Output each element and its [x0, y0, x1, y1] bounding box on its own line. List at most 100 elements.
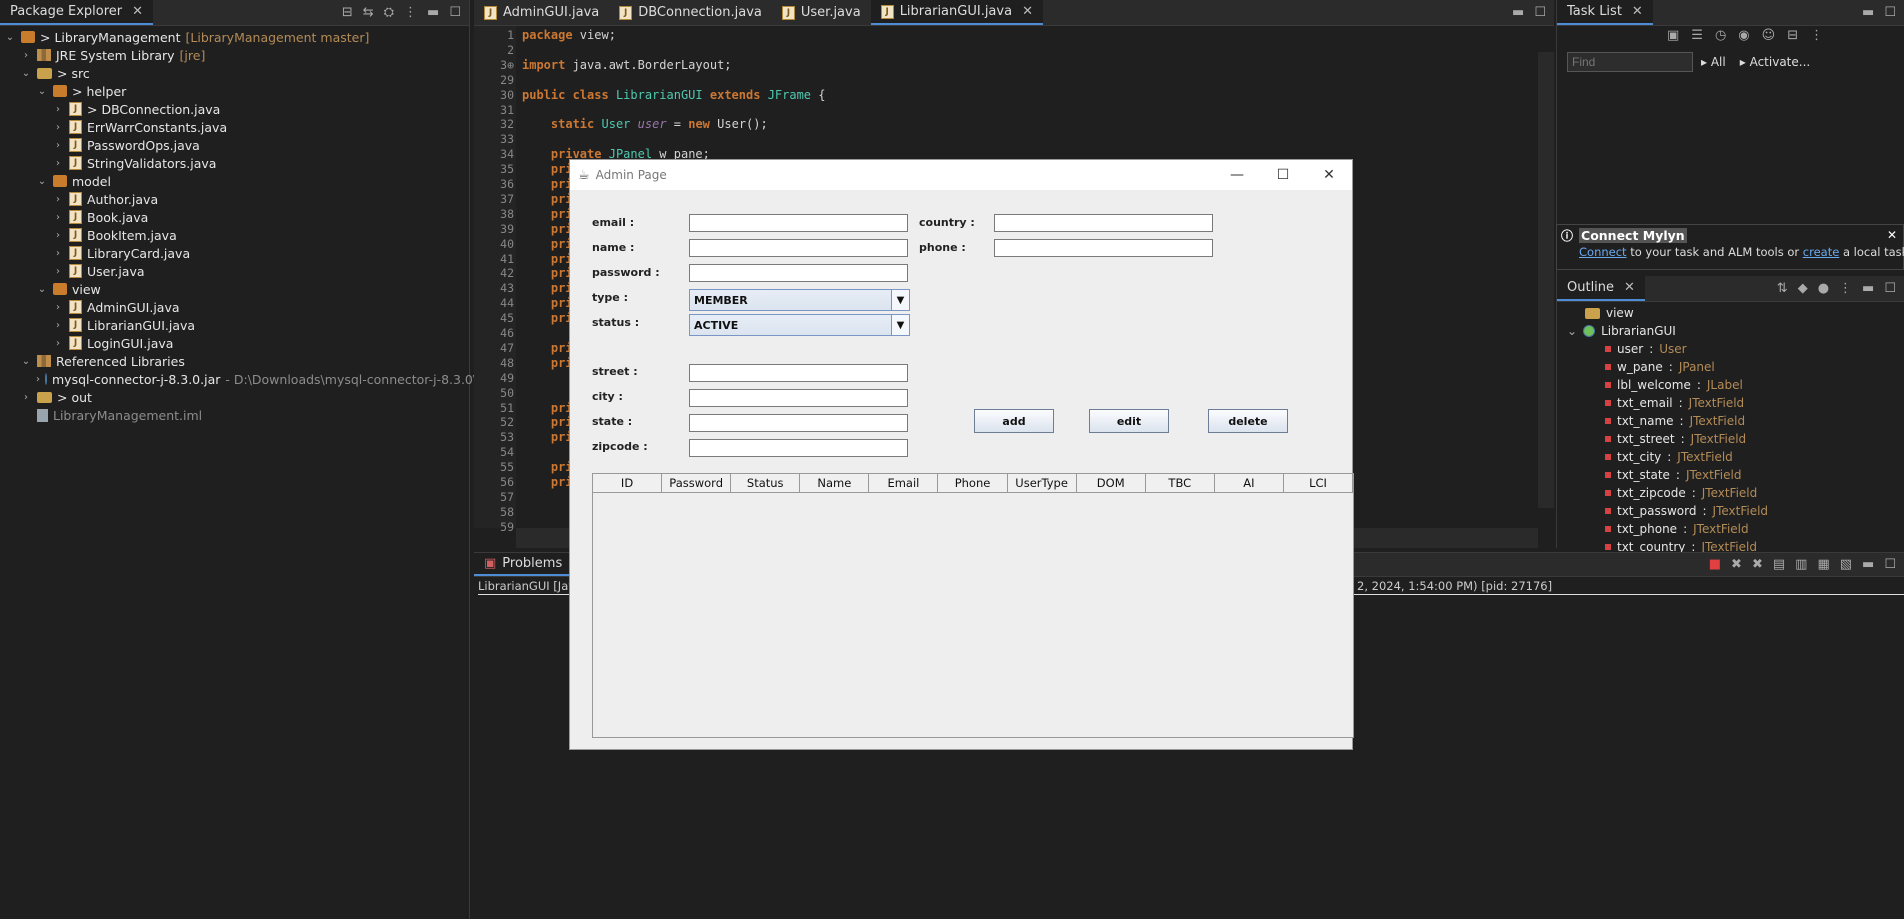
close-icon[interactable]: ✕: [1632, 4, 1643, 19]
tree-item[interactable]: › J ErrWarrConstants.java: [0, 118, 469, 136]
maximize-icon[interactable]: ☐: [449, 5, 461, 20]
chevron-right-icon[interactable]: ›: [52, 230, 64, 241]
tree-item[interactable]: › JRE System Library [jre]: [0, 46, 469, 64]
table-column-header[interactable]: Status: [731, 474, 801, 492]
tree-item[interactable]: ⌄ > src: [0, 64, 469, 82]
chevron-down-icon[interactable]: ⌄: [20, 68, 32, 79]
close-icon[interactable]: ✕: [132, 4, 143, 19]
collapse-all-icon[interactable]: ⊟: [342, 5, 353, 20]
tree-item[interactable]: › J Author.java: [0, 190, 469, 208]
chevron-down-icon[interactable]: ⌄: [1567, 324, 1577, 338]
minimize-icon[interactable]: ▬: [1512, 5, 1524, 20]
table-column-header[interactable]: LCI: [1284, 474, 1354, 492]
tree-item[interactable]: › J LibrarianGUI.java: [0, 316, 469, 334]
chevron-right-icon[interactable]: ›: [20, 50, 32, 61]
outline-item[interactable]: txt_password: JTextField: [1557, 502, 1904, 520]
remove-launch-icon[interactable]: ✖: [1731, 557, 1742, 572]
new-task-icon[interactable]: ▣: [1667, 28, 1679, 43]
dialog-titlebar[interactable]: ☕ Admin Page — ☐ ✕: [570, 160, 1352, 190]
email-field[interactable]: [689, 214, 908, 232]
table-column-header[interactable]: Name: [800, 474, 870, 492]
add-button[interactable]: add: [974, 409, 1054, 433]
tree-item[interactable]: ⌄ > helper: [0, 82, 469, 100]
name-field[interactable]: [689, 239, 908, 257]
chevron-down-icon[interactable]: ▼: [891, 315, 909, 335]
chevron-right-icon[interactable]: ›: [52, 140, 64, 151]
minimize-icon[interactable]: ▬: [1862, 5, 1874, 20]
tree-item[interactable]: ⌄ > LibraryManagement [LibraryManagement m…: [0, 28, 469, 46]
maximize-button[interactable]: ☐: [1260, 160, 1306, 190]
tree-item[interactable]: › J BookItem.java: [0, 226, 469, 244]
link-editor-icon[interactable]: ⇆: [363, 5, 374, 20]
table-column-header[interactable]: DOM: [1077, 474, 1146, 492]
create-link[interactable]: create: [1803, 245, 1840, 259]
maximize-icon[interactable]: ☐: [1884, 557, 1896, 572]
tab-task-list[interactable]: Task List ✕: [1557, 0, 1653, 25]
tree-item[interactable]: ⌄ model: [0, 172, 469, 190]
chevron-down-icon[interactable]: ▼: [891, 290, 909, 310]
collapse-icon[interactable]: ⊟: [1787, 28, 1798, 43]
chevron-down-icon[interactable]: ⌄: [4, 32, 16, 43]
outline-item[interactable]: ⌄ LibrarianGUI: [1557, 322, 1904, 340]
sort-icon[interactable]: ⇅: [1777, 281, 1788, 296]
view-menu-icon[interactable]: ⋮: [1810, 28, 1823, 43]
table-column-header[interactable]: AI: [1215, 474, 1284, 492]
password-field[interactable]: [689, 264, 908, 282]
close-icon[interactable]: ✕: [1887, 228, 1897, 242]
outline-item[interactable]: lbl_welcome: JLabel: [1557, 376, 1904, 394]
chevron-right-icon[interactable]: ›: [52, 158, 64, 169]
chevron-down-icon[interactable]: ⌄: [20, 356, 32, 367]
all-filter[interactable]: ▸ All: [1701, 55, 1726, 69]
type-combo[interactable]: MEMBER ▼: [689, 289, 910, 311]
outline-item[interactable]: txt_state: JTextField: [1557, 466, 1904, 484]
tree-item[interactable]: › > out: [0, 388, 469, 406]
close-button[interactable]: ✕: [1306, 160, 1352, 190]
outline-item[interactable]: txt_street: JTextField: [1557, 430, 1904, 448]
tree-item[interactable]: ⌄ view: [0, 280, 469, 298]
editor-vertical-scrollbar[interactable]: [1538, 52, 1554, 508]
chevron-right-icon[interactable]: ›: [52, 266, 64, 277]
tree-item[interactable]: › J Book.java: [0, 208, 469, 226]
connect-link[interactable]: Connect: [1579, 245, 1627, 259]
chevron-right-icon[interactable]: ›: [52, 122, 64, 133]
tree-item[interactable]: › J LibraryCard.java: [0, 244, 469, 262]
tab-outline[interactable]: Outline ✕: [1557, 276, 1645, 301]
chevron-right-icon[interactable]: ›: [52, 104, 64, 115]
table-column-header[interactable]: Password: [662, 474, 732, 492]
categorize-icon[interactable]: ☰: [1691, 28, 1703, 43]
tree-item[interactable]: › J PasswordOps.java: [0, 136, 469, 154]
tree-item[interactable]: › J AdminGUI.java: [0, 298, 469, 316]
tree-item[interactable]: LibraryManagement.iml: [0, 406, 469, 424]
outline-item[interactable]: txt_name: JTextField: [1557, 412, 1904, 430]
display-console-icon[interactable]: ▦: [1817, 557, 1829, 572]
find-input[interactable]: [1567, 52, 1693, 72]
chevron-right-icon[interactable]: ›: [20, 392, 32, 403]
tab-problems[interactable]: ▣ Problems: [474, 553, 573, 576]
outline-item[interactable]: txt_phone: JTextField: [1557, 520, 1904, 538]
table-column-header[interactable]: Email: [869, 474, 939, 492]
people-icon[interactable]: ☺: [1762, 28, 1776, 43]
status-combo[interactable]: ACTIVE ▼: [689, 314, 910, 336]
scroll-lock-icon[interactable]: ▤: [1773, 557, 1785, 572]
activate-link[interactable]: ▸ Activate...: [1740, 55, 1810, 69]
outline-item[interactable]: user: User: [1557, 340, 1904, 358]
users-table[interactable]: ID Password Status Name Email Phone UserType DO…: [592, 473, 1354, 738]
edit-button[interactable]: edit: [1089, 409, 1169, 433]
table-column-header[interactable]: ID: [593, 474, 663, 492]
chevron-down-icon[interactable]: ⌄: [36, 176, 48, 187]
chevron-right-icon[interactable]: ›: [52, 302, 64, 313]
zipcode-field[interactable]: [689, 439, 908, 457]
view-menu-icon[interactable]: ⋮: [1839, 281, 1852, 296]
outline-item[interactable]: w_pane: JPanel: [1557, 358, 1904, 376]
hide-static-icon[interactable]: ●: [1818, 281, 1829, 296]
chevron-down-icon[interactable]: ⌄: [36, 284, 48, 295]
table-column-header[interactable]: TBC: [1146, 474, 1215, 492]
focus-icon[interactable]: ◉: [1738, 28, 1749, 43]
phone-field[interactable]: [994, 239, 1213, 257]
tree-item[interactable]: › mysql-connector-j-8.3.0.jar - D:\Downloa…: [0, 370, 519, 388]
outline-item[interactable]: txt_email: JTextField: [1557, 394, 1904, 412]
tab-package-explorer[interactable]: Package Explorer ✕: [0, 0, 154, 25]
schedule-icon[interactable]: ◷: [1715, 28, 1726, 43]
minimize-icon[interactable]: ▬: [1862, 281, 1874, 296]
maximize-icon[interactable]: ☐: [1884, 281, 1896, 296]
